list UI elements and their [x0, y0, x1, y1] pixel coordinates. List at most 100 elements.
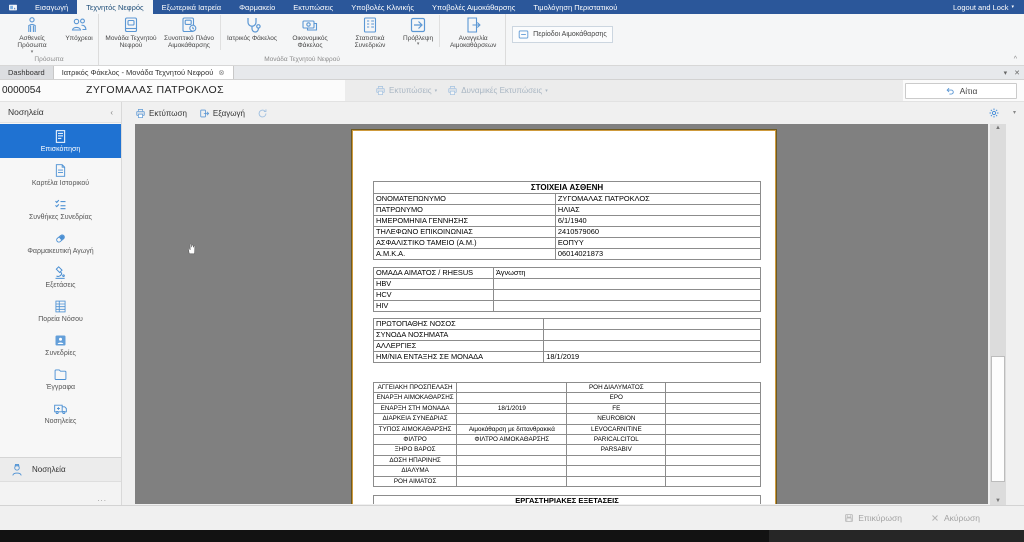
menu-item[interactable]: Εισαγωγή	[26, 0, 77, 14]
sidebar-item[interactable]: Εξετάσεις	[0, 260, 121, 294]
table-row: ΕΝΑΡΞΗ ΑΙΜΟΚΑΘΑΡΣΗΣ EPO	[374, 393, 761, 403]
forecast-icon	[409, 16, 427, 34]
ribbon-button[interactable]: Υπόχρεοι ▾	[62, 15, 96, 42]
table-row: HIV	[374, 301, 761, 312]
sidebar-item[interactable]: Πορεία Νόσου	[0, 294, 121, 328]
table-row: ΕΝΑΡΞΗ ΣΤΗ ΜΟΝΑΔΑ 18/1/2019 FE	[374, 403, 761, 413]
scrollbar-thumb[interactable]	[991, 356, 1005, 482]
report-page: ΣΤΟΙΧΕΙΑ ΑΣΘΕΝΗ ΟΝΟΜΑΤΕΠΩΝΥΜΟ ΖΥΓΟΜΑΛΑΣ …	[352, 130, 776, 504]
sessions-icon	[53, 333, 68, 348]
table-header-row: ΕΡΓΑΣΤΗΡΙΑΚΕΣ ΕΞΕΤΑΣΕΙΣ	[374, 496, 761, 504]
table-row: ΑΣΦΑΛΙΣΤΙΚΟ ΤΑΜΕΙΟ (Α.Μ.) ΕΟΠΥΥ	[374, 238, 761, 249]
ribbon-group-dialysis-unit: Μονάδα Τεχνητού Νεφρού ▾ Συνοπτικό Πλάνο…	[99, 14, 506, 65]
tab-dashboard[interactable]: Dashboard	[0, 66, 54, 79]
sidebar-item[interactable]: Νοσηλείες	[0, 396, 121, 430]
ribbon-button[interactable]: Στατιστικά Συνεδριών ▾	[340, 15, 400, 50]
sidebar-item[interactable]: Συνεδρίες	[0, 328, 121, 362]
cancel-button[interactable]: Ακύρωση	[930, 513, 980, 523]
table-row: ΡΟΗ ΑΙΜΑΤΟΣ	[374, 476, 761, 486]
vertical-scrollbar[interactable]: ▲ ▼	[990, 124, 1006, 505]
scroll-up-icon[interactable]: ▲	[990, 125, 1006, 131]
table-title: ΕΡΓΑΣΤΗΡΙΑΚΕΣ ΕΞΕΤΑΣΕΙΣ	[374, 496, 761, 504]
session-conditions-icon	[53, 197, 68, 212]
prints-button[interactable]: Εκτυπώσεις ▾	[375, 85, 437, 96]
sidebar: Νοσηλεία ‹ Επισκόπηση Καρτέλα Ιστορικού …	[0, 102, 122, 507]
export-button[interactable]: Εξαγωγή	[194, 106, 250, 121]
table-row: ΠΑΤΡΩΝΥΜΟ ΗΛΙΑΣ	[374, 205, 761, 216]
logout-button[interactable]: Logout and Lock ▾	[943, 0, 1024, 14]
sidebar-item[interactable]: Φαρμακευτική Αγωγή	[0, 226, 121, 260]
sidebar-section-nosileia[interactable]: Νοσηλεία	[0, 457, 121, 481]
ribbon-button[interactable]: Αναγγελία Αιμοκαθάρσεων ▾	[443, 15, 503, 50]
patient-details-table: ΣΤΟΙΧΕΙΑ ΑΣΘΕΝΗ ΟΝΟΜΑΤΕΠΩΝΥΜΟ ΖΥΓΟΜΑΛΑΣ …	[373, 181, 761, 260]
table-row: Α.Μ.Κ.Α. 06014021873	[374, 249, 761, 260]
ellipsis-icon[interactable]: ...	[97, 494, 107, 503]
preview-toolbar: Εκτύπωση Εξαγωγή	[122, 102, 1024, 124]
print-actions-panel: Εκτυπώσεις ▾ Δυναμικές Εκτυπώσεις ▾	[345, 80, 903, 101]
scroll-down-icon[interactable]: ▼	[990, 498, 1006, 504]
close-tab-icon[interactable]: ⊗	[218, 69, 224, 77]
table-row: HCV	[374, 290, 761, 301]
periods-icon	[518, 29, 529, 40]
print-button[interactable]: Εκτύπωση	[130, 106, 192, 121]
menu-item[interactable]: Τιμολόγηση Περιστατικού	[524, 0, 626, 14]
refresh-icon	[257, 108, 268, 119]
dialysis-periods-button[interactable]: Περίοδοι Αιμοκάθαρσης	[512, 26, 613, 43]
ribbon-button[interactable]: Οικονομικός Φάκελος ▾	[280, 15, 340, 50]
causes-button[interactable]: Αίτια	[905, 83, 1017, 99]
ribbon-button[interactable]: Ασθενείς Πρόσωπα ▾	[2, 15, 62, 55]
tab-medical-record[interactable]: Ιατρικός Φάκελος - Μονάδα Τεχνητού Νεφρο…	[54, 66, 234, 79]
sidebar-item[interactable]: Καρτέλα Ιστορικού	[0, 158, 121, 192]
report-preview: Εκτύπωση Εξαγωγή ▾ ΣΤΟΙΧΕΙΑ ΑΣΘΕΝΗ	[122, 102, 1024, 505]
document-tabbar: Dashboard Ιατρικός Φάκελος - Μονάδα Τεχν…	[0, 66, 1024, 80]
ribbon-button[interactable]: Μονάδα Τεχνητού Νεφρού ▾	[101, 15, 161, 50]
application-window: Εισαγωγή Τεχνητός Νεφρός Εξωτερικά Ιατρε…	[0, 0, 1024, 542]
menu-item[interactable]: Φαρμακείο	[230, 0, 284, 14]
dynamic-prints-button[interactable]: Δυναμικές Εκτυπώσεις ▾	[447, 85, 548, 96]
chevron-down-icon: ▾	[417, 42, 420, 47]
ribbon-side: Περίοδοι Αιμοκάθαρσης	[506, 14, 619, 65]
save-icon	[844, 513, 854, 523]
table-row: ΗΜ/ΝΙΑ ΕΝΤΑΞΗΣ ΣΕ ΜΟΝΑΔΑ 18/1/2019	[374, 352, 761, 363]
undo-arrow-icon	[945, 86, 955, 96]
hospitalizations-icon	[53, 401, 68, 416]
plan-icon	[180, 16, 198, 34]
validate-button[interactable]: Επικύρωση	[844, 513, 902, 523]
sidebar-item[interactable]: Έγγραφα	[0, 362, 121, 396]
table-row: ΑΛΛΕΡΓΙΕΣ	[374, 341, 761, 352]
announce-icon	[464, 16, 482, 34]
app-logo-icon[interactable]	[0, 0, 26, 14]
ribbon-group-label: Μονάδα Τεχνητού Νεφρού	[101, 55, 503, 65]
patient-name: ΖΥΓΟΜΑΛΑΣ ΠΑΤΡΟΚΛΟΣ	[86, 84, 224, 96]
collapse-ribbon-icon[interactable]: ^	[1014, 56, 1017, 63]
menu-item[interactable]: Εξωτερικά Ιατρεία	[153, 0, 230, 14]
collapse-sidebar-icon[interactable]: ‹	[110, 108, 113, 117]
ribbon-button[interactable]: Πρόβλεψη ▾	[400, 15, 440, 47]
patient-code: 0000054	[2, 85, 41, 96]
refresh-button[interactable]	[252, 106, 273, 121]
chevron-down-icon[interactable]: ▾	[1004, 69, 1008, 77]
menu-item[interactable]: Εκτυπώσεις	[284, 0, 342, 14]
sidebar-item[interactable]: Επισκόπηση	[0, 124, 121, 158]
menu-item[interactable]: Υποβολές Αιμοκάθαρσης	[423, 0, 524, 14]
ribbon-button[interactable]: Ιατρικός Φάκελος ▾	[224, 15, 280, 42]
menu-item[interactable]: Τεχνητός Νεφρός	[77, 0, 152, 14]
history-card-icon	[53, 163, 68, 178]
export-icon	[199, 108, 210, 119]
chevron-down-icon: ▾	[1011, 4, 1014, 10]
ribbon-button[interactable]: Συνοπτικό Πλάνο Αιμοκάθαρσης ▾	[161, 15, 221, 50]
close-icon[interactable]: ✕	[1014, 69, 1020, 77]
chevron-down-icon[interactable]: ▾	[1013, 109, 1016, 116]
people-icon	[70, 16, 88, 34]
money-icon	[301, 16, 319, 34]
sidebar-item[interactable]: Συνθήκες Συνεδρίας	[0, 192, 121, 226]
sidebar-header: Νοσηλεία ‹	[0, 102, 121, 123]
disease-course-icon	[53, 299, 68, 314]
blood-serology-table: ΟΜΑΔΑ ΑΙΜΑΤΟΣ / RHESUS Άγνωστη HBV HCV	[373, 267, 761, 312]
gear-icon[interactable]	[988, 107, 1000, 119]
overview-icon	[53, 129, 68, 144]
table-row: ΔΟΣΗ ΗΠΑΡΙΝΗΣ	[374, 455, 761, 465]
dialysis-parameters-table: ΑΓΓΕΙΑΚΗ ΠΡΟΣΠΕΛΑΣΗ ΡΟΗ ΔΙΑΛΥΜΑΤΟΣ ΕΝΑΡΞ…	[373, 382, 761, 487]
menu-item[interactable]: Υποβολές Κλινικής	[342, 0, 423, 14]
sidebar-overflow: ...	[0, 481, 121, 507]
